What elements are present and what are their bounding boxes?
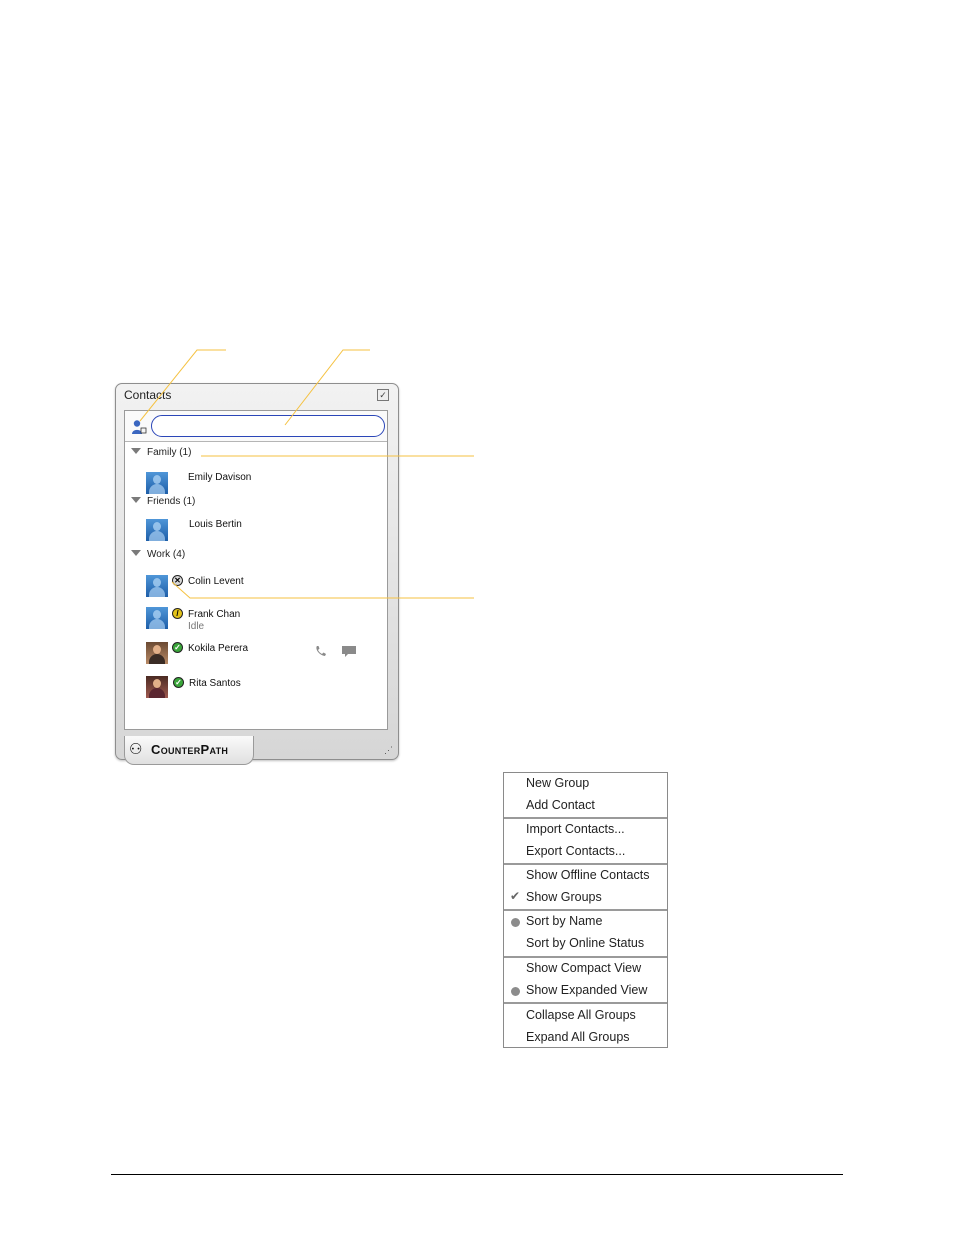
collapse-triangle-icon[interactable]: [131, 448, 141, 454]
chat-bubble-icon[interactable]: [341, 645, 357, 659]
menu-item-collapse-all[interactable]: Collapse All Groups: [526, 1008, 636, 1022]
contact-name: Frank Chan: [188, 609, 241, 620]
online-status-icon: ✓: [173, 677, 184, 688]
window-title: Contacts: [124, 388, 172, 402]
group-header-family[interactable]: Family (1): [131, 447, 191, 458]
menu-item-expand-all[interactable]: Expand All Groups: [526, 1030, 630, 1044]
menu-separator: [504, 1002, 667, 1004]
contacts-context-menu: New Group Add Contact Import Contacts...…: [503, 772, 668, 1048]
group-label: Work (4): [147, 549, 186, 560]
search-bar: [125, 411, 387, 442]
add-contact-icon[interactable]: [131, 419, 147, 435]
group-label: Friends (1): [147, 496, 196, 507]
online-status-icon: ✓: [172, 642, 183, 653]
options-icon[interactable]: ✓: [377, 389, 389, 401]
contact-status-text: Idle: [188, 621, 205, 632]
menu-separator: [504, 817, 667, 819]
radio-dot-icon: [511, 918, 520, 927]
logo-text: CounterPath: [151, 742, 229, 757]
offline-status-icon: ✕: [172, 575, 183, 586]
idle-status-icon: /: [172, 608, 183, 619]
menu-item-new-group[interactable]: New Group: [526, 776, 589, 790]
page-footer-rule: [111, 1174, 843, 1175]
group-header-friends[interactable]: Friends (1): [131, 496, 195, 507]
menu-item-compact-view[interactable]: Show Compact View: [526, 961, 641, 975]
menu-item-export-contacts[interactable]: Export Contacts...: [526, 844, 625, 858]
search-input[interactable]: [151, 415, 385, 437]
menu-item-show-offline[interactable]: Show Offline Contacts: [526, 868, 649, 882]
contact-name: Rita Santos: [189, 678, 241, 689]
avatar: [146, 607, 168, 629]
collapse-triangle-icon[interactable]: [131, 497, 141, 503]
counterpath-logo: ⚇ CounterPath: [124, 736, 254, 765]
contact-name: Kokila Perera: [188, 643, 249, 654]
contacts-window: Contacts ✓ Family (1) Emily Davison Frie…: [115, 383, 399, 765]
avatar: [146, 575, 168, 597]
menu-item-add-contact[interactable]: Add Contact: [526, 798, 595, 812]
menu-item-import-contacts[interactable]: Import Contacts...: [526, 822, 625, 836]
avatar: [146, 676, 168, 698]
logo-icon: ⚇: [129, 741, 143, 758]
menu-item-show-groups[interactable]: Show Groups: [526, 890, 602, 904]
checkmark-icon: ✔: [510, 889, 521, 903]
menu-item-sort-by-status[interactable]: Sort by Online Status: [526, 936, 644, 950]
menu-item-expanded-view[interactable]: Show Expanded View: [526, 983, 647, 997]
contacts-panel: Family (1) Emily Davison Friends (1) Lou…: [124, 410, 388, 730]
group-label: Family (1): [147, 447, 192, 458]
menu-separator: [504, 909, 667, 911]
avatar: [146, 519, 168, 541]
contact-name: Louis Bertin: [189, 519, 242, 530]
phone-icon[interactable]: [314, 644, 328, 658]
menu-item-sort-by-name[interactable]: Sort by Name: [526, 914, 602, 928]
contact-name: Emily Davison: [188, 472, 252, 483]
group-header-work[interactable]: Work (4): [131, 549, 185, 560]
contact-name: Colin Levent: [188, 576, 244, 587]
menu-separator: [504, 956, 667, 958]
collapse-triangle-icon[interactable]: [131, 550, 141, 556]
avatar: [146, 642, 168, 664]
radio-dot-icon: [511, 987, 520, 996]
resize-grip-icon[interactable]: ⋰: [384, 745, 394, 755]
avatar: [146, 472, 168, 494]
menu-separator: [504, 863, 667, 865]
